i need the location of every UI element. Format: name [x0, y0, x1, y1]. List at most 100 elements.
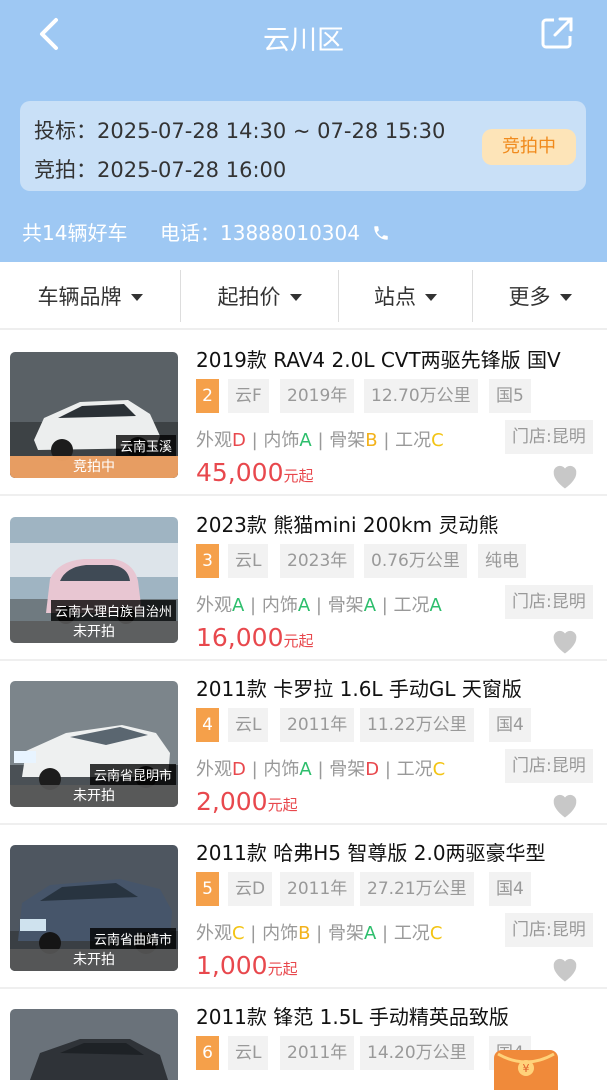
grade-row: 外观C | 内饰B | 骨架A | 工况C: [196, 923, 443, 944]
filter-brand-label: 车辆品牌: [37, 285, 122, 309]
price-amount: 2,000: [196, 787, 268, 816]
caret-down-icon: [425, 293, 437, 301]
vehicle-listing[interactable]: 云南玉溪 竞拍中 2019款 RAV4 2.0L CVT两驱先锋版 国V 2 云…: [0, 332, 607, 496]
price-unit: 元起: [267, 960, 298, 978]
lot-number: 2: [196, 379, 219, 413]
model-year: 2011年: [280, 708, 355, 742]
grade-label: 外观: [196, 923, 232, 944]
favorite-heart-icon[interactable]: [550, 627, 580, 655]
filter-station-label: 站点: [374, 285, 416, 309]
fuel-type: 纯电: [478, 544, 526, 578]
grade-label: 内饰: [263, 430, 300, 451]
plate-region: 云L: [228, 708, 269, 742]
condition-grade: A: [429, 595, 442, 616]
vehicle-photo: 云南玉溪 竞拍中: [10, 352, 178, 478]
grade-label: 工况: [393, 923, 430, 944]
bid-time-row: 投标：2025-07-28 14:30 ~ 07-28 15:30: [34, 115, 445, 145]
vehicle-count: 共14辆好车: [22, 221, 128, 245]
svg-text:¥: ¥: [523, 1062, 530, 1075]
model-year: 2011年: [280, 872, 355, 906]
listing-status: 未开拍: [10, 949, 178, 971]
vehicle-listing[interactable]: 云南省昆明市 未开拍 2011款 卡罗拉 1.6L 手动GL 天窗版 4 云L …: [0, 661, 607, 825]
location-tag: 云南省昆明市: [89, 764, 176, 785]
listing-status: 未开拍: [10, 785, 178, 807]
grade-label: 骨架: [327, 595, 364, 616]
grade-row: 外观A | 内饰A | 骨架A | 工况A: [196, 595, 442, 616]
grade-label: 外观: [196, 759, 232, 780]
store-tag: 门店:昆明: [505, 913, 593, 947]
mileage: 0.76万公里: [364, 544, 467, 578]
phone-label: 电话：: [160, 221, 220, 245]
grade-label: 骨架: [329, 430, 366, 451]
filter-start-price[interactable]: 起拍价: [181, 262, 338, 330]
phone-link[interactable]: 电话：13888010304: [160, 217, 390, 246]
emission-standard: 国4: [489, 708, 531, 742]
condition-grade: C: [432, 759, 446, 780]
share-icon[interactable]: [540, 16, 574, 50]
grade-label: 外观: [196, 595, 232, 616]
filter-brand[interactable]: 车辆品牌: [0, 262, 180, 330]
frame-grade: A: [363, 923, 377, 944]
plate-region: 云L: [228, 1036, 269, 1070]
auction-header: 云川区 投标：2025-07-28 14:30 ~ 07-28 15:30 竞拍…: [0, 0, 607, 262]
listing-title: 2023款 熊猫mini 200km 灵动熊: [196, 513, 499, 537]
emission-standard: 国5: [489, 379, 531, 413]
listing-title: 2011款 哈弗H5 智尊版 2.0两驱豪华型: [196, 841, 546, 865]
frame-grade: B: [365, 430, 378, 451]
caret-down-icon: [559, 293, 572, 301]
exterior-grade: D: [232, 759, 246, 780]
favorite-heart-icon[interactable]: [550, 462, 580, 490]
listing-title: 2011款 锋范 1.5L 手动精英品致版: [196, 1005, 509, 1029]
starting-price: 16,000元起: [196, 623, 314, 652]
grade-label: 工况: [393, 595, 430, 616]
price-amount: 1,000: [196, 951, 268, 980]
grade-label: 工况: [395, 430, 432, 451]
frame-grade: A: [363, 595, 377, 616]
grade-row: 外观D | 内饰A | 骨架D | 工况C: [196, 759, 446, 780]
mileage: 11.22万公里: [360, 708, 474, 742]
vehicle-photo: [10, 1009, 178, 1080]
red-envelope-icon: ¥: [497, 1052, 555, 1076]
grade-label: 内饰: [263, 759, 300, 780]
lot-number: 4: [196, 708, 219, 742]
favorite-heart-icon[interactable]: [550, 791, 580, 819]
car-photo-illustration: [10, 1009, 178, 1080]
price-unit: 元起: [267, 796, 298, 814]
grade-label: 内饰: [261, 595, 298, 616]
store-tag: 门店:昆明: [505, 749, 593, 783]
filter-bar: 车辆品牌 起拍价 站点 更多: [0, 262, 607, 330]
mileage: 27.21万公里: [360, 872, 474, 906]
vehicle-listing[interactable]: 云南大理白族自治州 未开拍 2023款 熊猫mini 200km 灵动熊 3 云…: [0, 497, 607, 661]
grade-row: 外观D | 内饰A | 骨架B | 工况C: [196, 430, 444, 451]
condition-grade: C: [431, 430, 444, 451]
interior-grade: A: [299, 430, 312, 451]
exterior-grade: D: [232, 430, 246, 451]
mileage: 12.70万公里: [364, 379, 478, 413]
grade-label: 骨架: [329, 759, 366, 780]
filter-more-label: 更多: [508, 285, 551, 309]
filter-station[interactable]: 站点: [339, 262, 472, 330]
favorite-heart-icon[interactable]: [550, 955, 580, 983]
frame-grade: D: [365, 759, 380, 780]
mileage: 14.20万公里: [360, 1036, 474, 1070]
interior-grade: A: [297, 595, 311, 616]
price-amount: 45,000: [196, 458, 284, 487]
auction-time-label: 竞拍：: [34, 158, 97, 182]
red-envelope-button[interactable]: ¥: [494, 1050, 558, 1090]
filter-start-price-label: 起拍价: [217, 285, 281, 309]
phone-icon: [374, 226, 389, 240]
lot-number: 3: [196, 544, 219, 578]
price-unit: 元起: [283, 632, 314, 650]
price-amount: 16,000: [196, 623, 284, 652]
filter-more[interactable]: 更多: [473, 262, 607, 330]
starting-price: 1,000元起: [196, 951, 298, 980]
bid-time-value: 2025-07-28 14:30 ~ 07-28 15:30: [97, 119, 446, 143]
grade-label: 内饰: [262, 923, 299, 944]
vehicle-listing[interactable]: 云南省曲靖市 未开拍 2011款 哈弗H5 智尊版 2.0两驱豪华型 5 云D …: [0, 825, 607, 989]
auction-time-row: 竞拍：2025-07-28 16:00: [34, 154, 286, 184]
starting-price: 45,000元起: [196, 458, 314, 487]
vehicle-photo: 云南省曲靖市 未开拍: [10, 845, 178, 971]
exterior-grade: A: [232, 595, 245, 616]
condition-grade: C: [429, 923, 443, 944]
interior-grade: A: [299, 759, 312, 780]
